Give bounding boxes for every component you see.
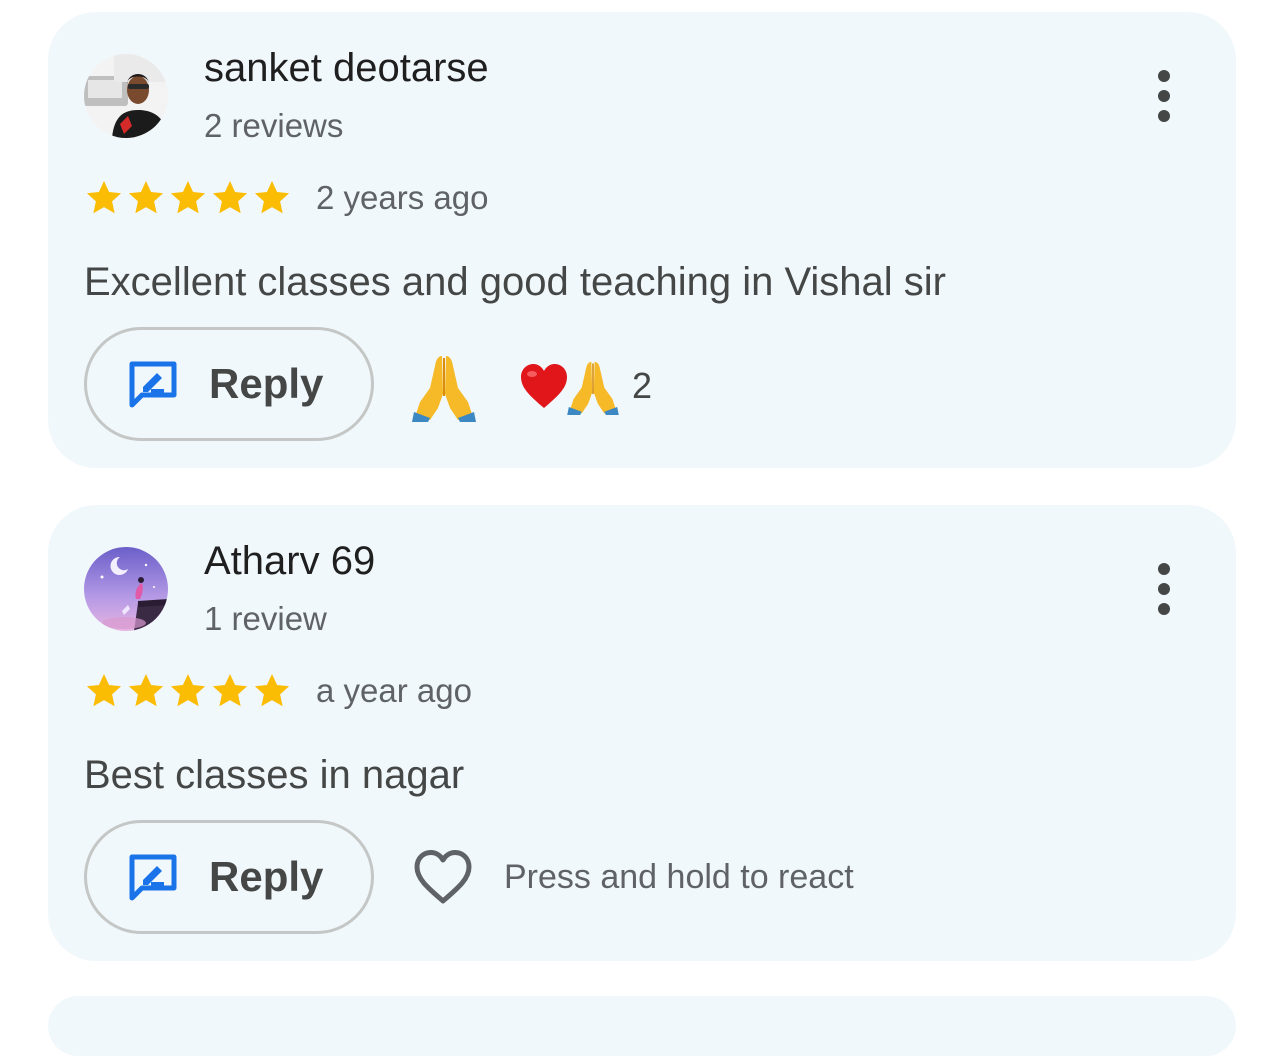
reply-button[interactable]: Reply — [84, 327, 374, 441]
heart-outline-icon — [414, 850, 472, 904]
reply-icon — [127, 360, 179, 408]
red-heart-emoji-icon — [518, 360, 570, 412]
folded-hands-emoji-icon — [564, 357, 622, 415]
review-card: sanket deotarse 2 reviews 2 years ago Ex… — [48, 12, 1236, 468]
more-options-button[interactable] — [1144, 563, 1184, 615]
review-text: Excellent classes and good teaching in V… — [84, 260, 946, 304]
reviewer-name[interactable]: Atharv 69 — [204, 537, 375, 585]
review-card: Atharv 69 1 review a year ago Best class… — [48, 505, 1236, 961]
review-time: 2 years ago — [316, 179, 489, 216]
more-vert-icon — [1158, 70, 1170, 82]
more-options-button[interactable] — [1144, 70, 1184, 122]
reply-icon — [127, 853, 179, 901]
more-vert-icon-dot — [1158, 603, 1170, 615]
react-hint: Press and hold to react — [504, 857, 854, 896]
reply-button[interactable]: Reply — [84, 820, 374, 934]
star-icon — [84, 671, 124, 711]
more-vert-icon-dot — [1158, 110, 1170, 122]
avatar[interactable] — [84, 54, 168, 138]
rating-row: a year ago — [84, 669, 472, 713]
star-icon — [252, 178, 292, 218]
star-icon — [84, 178, 124, 218]
reaction-summary[interactable]: 2 — [518, 352, 652, 420]
reviewer-review-count: 1 review — [204, 600, 327, 637]
star-icon — [126, 671, 166, 711]
star-icon — [210, 178, 250, 218]
react-button[interactable]: Press and hold to react — [412, 841, 854, 913]
rating-row: 2 years ago — [84, 176, 488, 220]
review-text: Best classes in nagar — [84, 753, 465, 797]
reaction-count: 2 — [632, 365, 653, 406]
star-rating — [84, 671, 294, 711]
star-icon — [168, 178, 208, 218]
review-card — [48, 996, 1236, 1056]
more-vert-icon-dot — [1158, 90, 1170, 102]
avatar[interactable] — [84, 547, 168, 631]
more-vert-icon-dot — [1158, 583, 1170, 595]
star-icon — [210, 671, 250, 711]
star-rating — [84, 178, 294, 218]
reply-label: Reply — [209, 853, 324, 900]
folded-hands-emoji-icon[interactable] — [408, 350, 480, 422]
star-icon — [126, 178, 166, 218]
review-time: a year ago — [316, 672, 472, 709]
reviewer-review-count: 2 reviews — [204, 107, 344, 144]
star-icon — [168, 671, 208, 711]
more-vert-icon — [1158, 563, 1170, 575]
star-icon — [252, 671, 292, 711]
reviewer-name[interactable]: sanket deotarse — [204, 44, 489, 92]
reply-label: Reply — [209, 360, 324, 407]
